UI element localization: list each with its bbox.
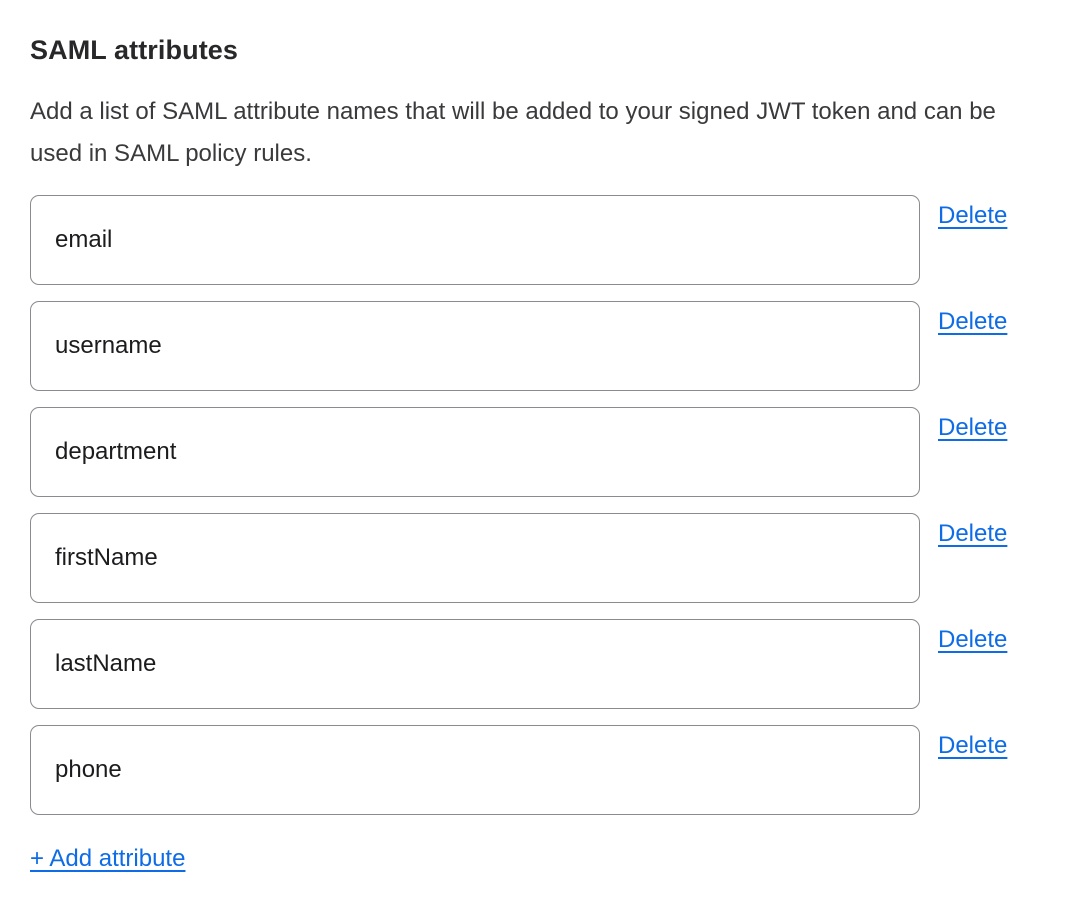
delete-attribute-link[interactable]: Delete <box>938 201 1007 230</box>
saml-attributes-section: SAML attributes Add a list of SAML attri… <box>0 0 1066 897</box>
attribute-row: Delete <box>30 301 1036 391</box>
attribute-name-input[interactable] <box>30 513 920 603</box>
delete-attribute-link[interactable]: Delete <box>938 307 1007 336</box>
attribute-list: Delete Delete Delete Delete Delete Delet… <box>30 195 1036 815</box>
attribute-row: Delete <box>30 195 1036 285</box>
delete-attribute-link[interactable]: Delete <box>938 625 1007 654</box>
attribute-name-input[interactable] <box>30 619 920 709</box>
page-title: SAML attributes <box>30 34 1036 67</box>
attribute-name-input[interactable] <box>30 407 920 497</box>
attribute-row: Delete <box>30 407 1036 497</box>
section-description: Add a list of SAML attribute names that … <box>30 91 1030 175</box>
delete-attribute-link[interactable]: Delete <box>938 519 1007 548</box>
attribute-row: Delete <box>30 619 1036 709</box>
delete-attribute-link[interactable]: Delete <box>938 413 1007 442</box>
attribute-row: Delete <box>30 513 1036 603</box>
attribute-name-input[interactable] <box>30 725 920 815</box>
attribute-row: Delete <box>30 725 1036 815</box>
add-attribute-link[interactable]: + Add attribute <box>30 844 185 873</box>
attribute-name-input[interactable] <box>30 195 920 285</box>
delete-attribute-link[interactable]: Delete <box>938 731 1007 760</box>
attribute-name-input[interactable] <box>30 301 920 391</box>
